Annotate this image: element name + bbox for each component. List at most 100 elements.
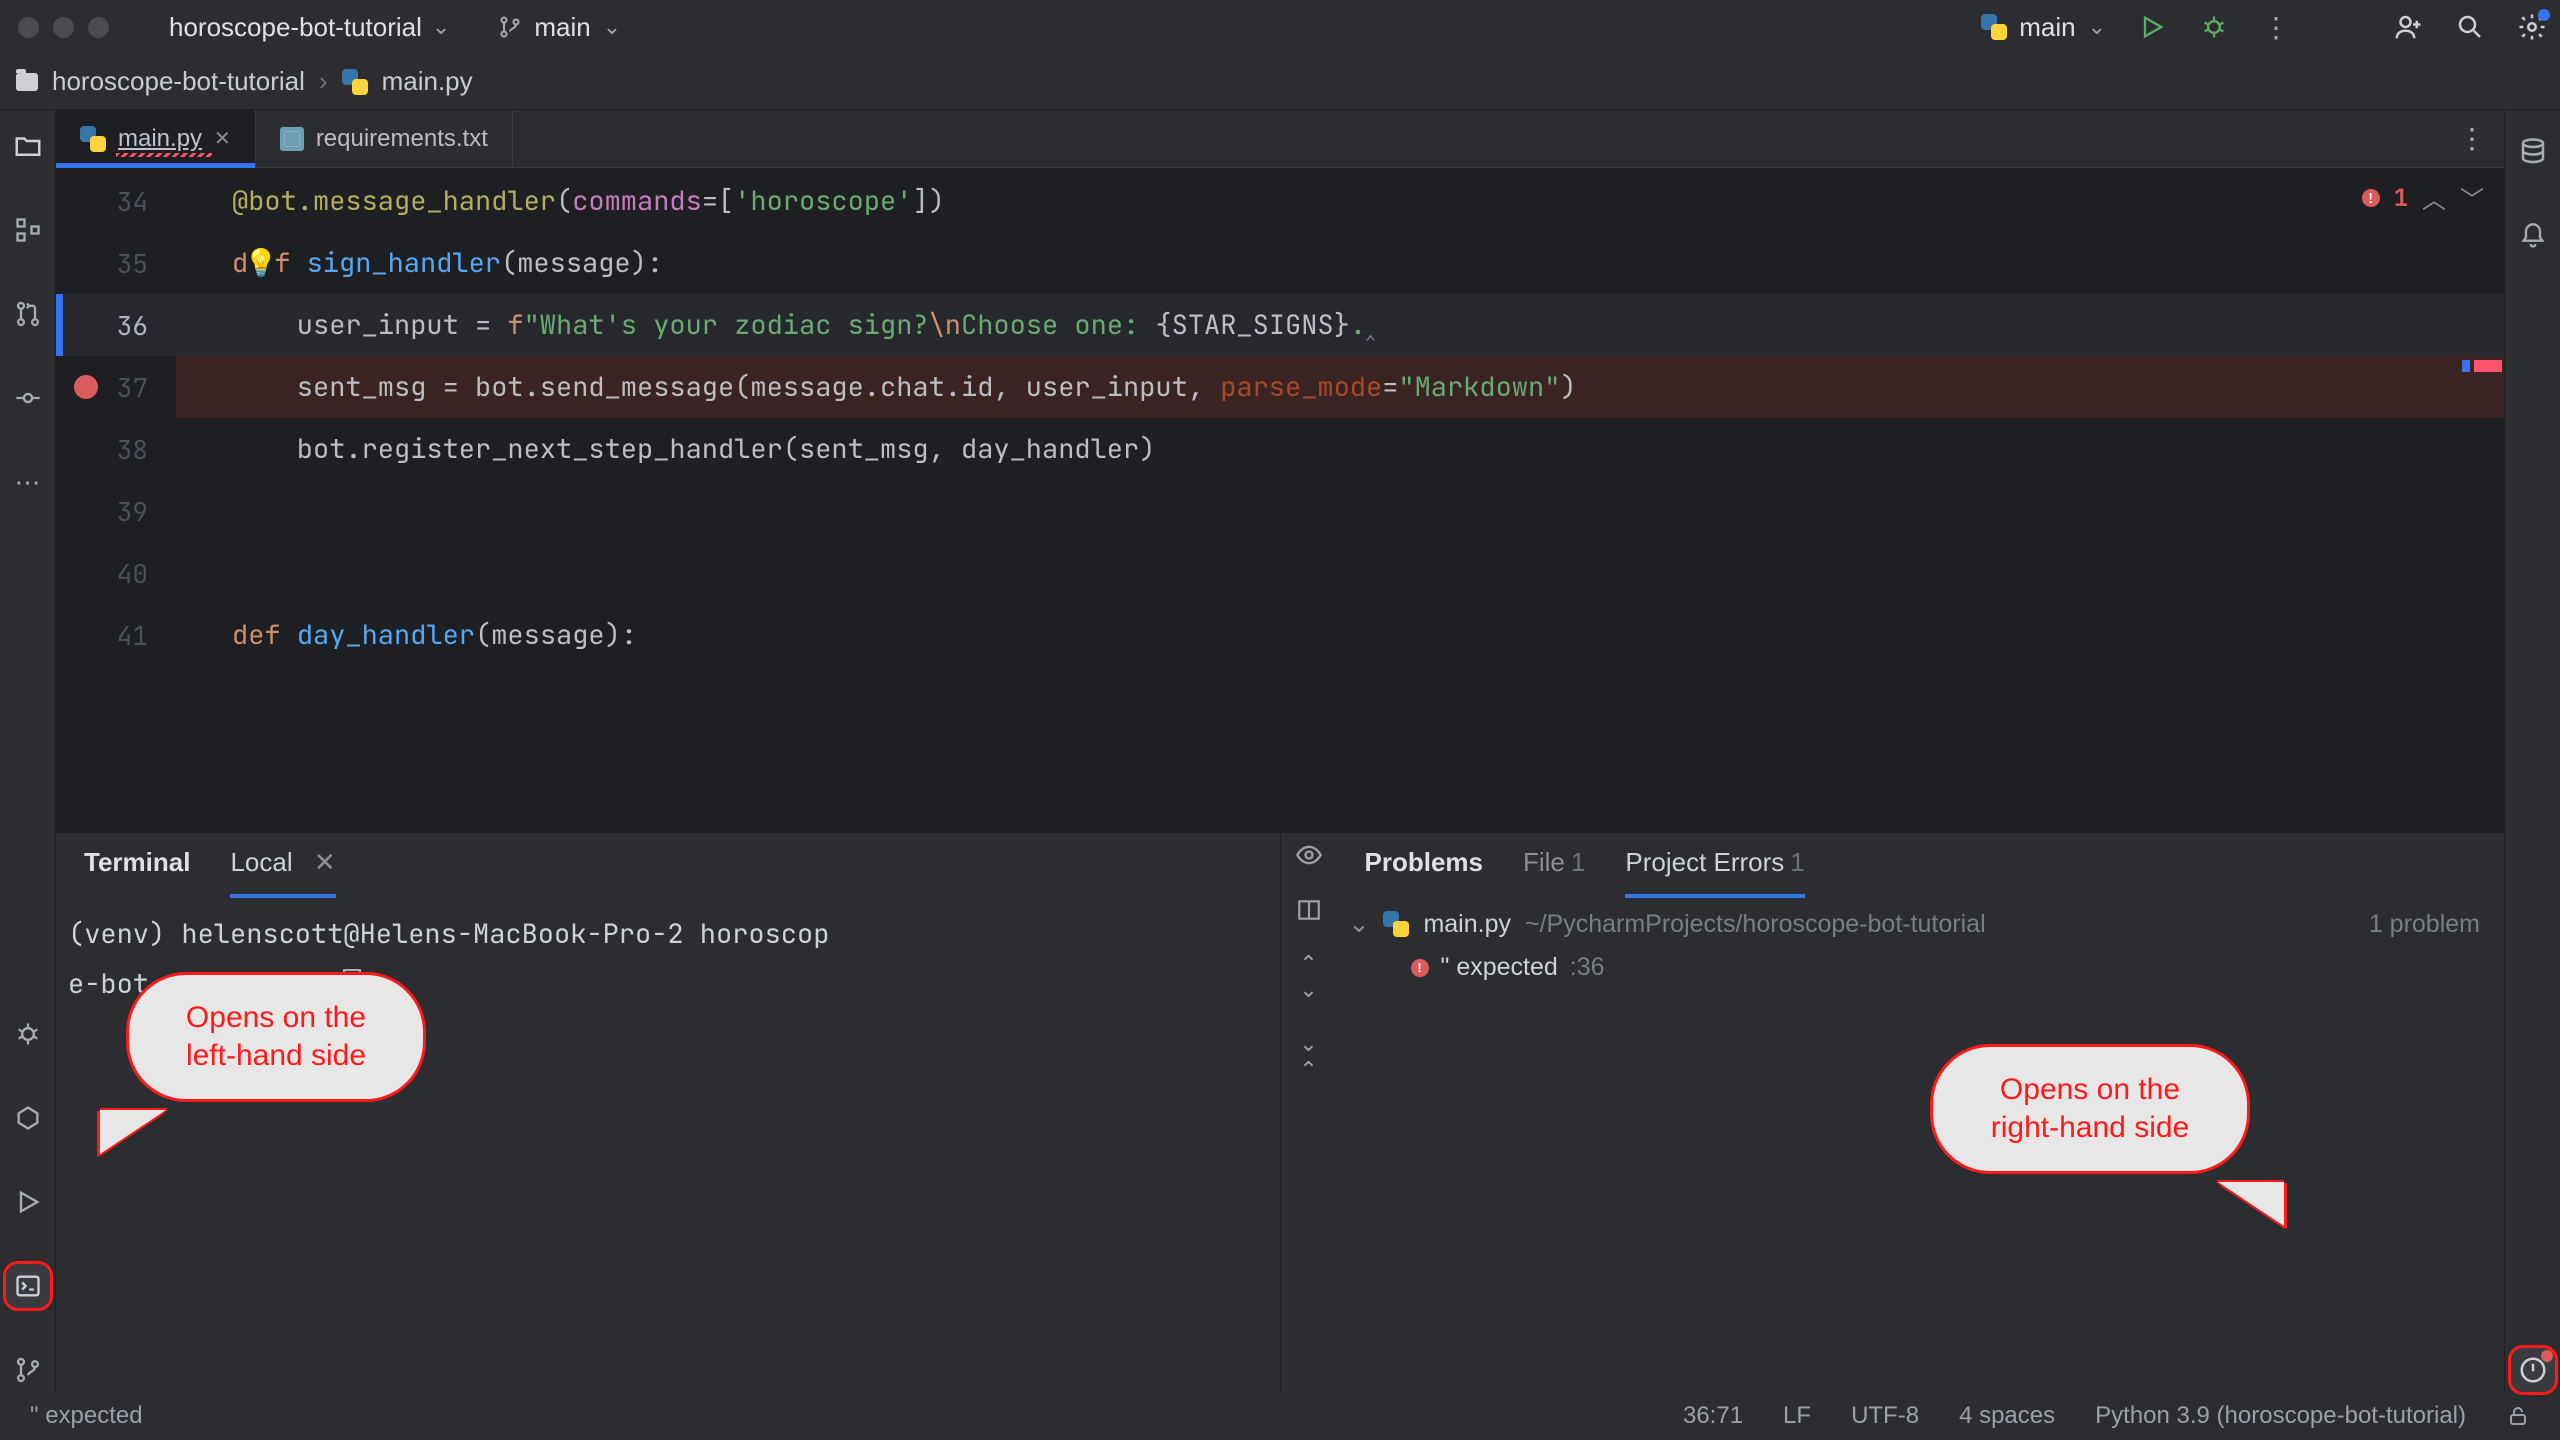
problems-tab-project-errors[interactable]: Project Errors1: [1625, 847, 1804, 884]
side-by-side-icon[interactable]: [1296, 897, 1322, 923]
prev-highlight-icon[interactable]: ︿: [2422, 180, 2446, 216]
breakpoint-icon[interactable]: [74, 375, 98, 399]
terminal-title[interactable]: Terminal: [84, 847, 190, 884]
code-line[interactable]: sent_msg = bot.send_message(message.chat…: [176, 356, 2504, 418]
annotation-callout-left: Opens on the left-hand side: [126, 972, 426, 1102]
breadcrumb: horoscope-bot-tutorial › main.py: [0, 54, 2560, 110]
chevron-down-icon: ⌄: [603, 14, 621, 40]
code-line[interactable]: d💡f sign_handler(message):: [176, 232, 2504, 294]
next-highlight-icon[interactable]: ﹀: [2460, 180, 2484, 216]
view-options-icon[interactable]: [1295, 841, 1323, 869]
code-line[interactable]: bot.register_next_step_handler(sent_msg,…: [176, 418, 2504, 480]
indent-settings[interactable]: 4 spaces: [1959, 1402, 2055, 1430]
branch-icon: [498, 15, 522, 39]
search-icon[interactable]: [2454, 11, 2486, 43]
settings-icon[interactable]: [2516, 11, 2548, 43]
file-encoding[interactable]: UTF-8: [1851, 1402, 1919, 1430]
editor-tabs: main.py ✕ requirements.txt ⋮: [56, 110, 2504, 168]
python-icon: [1981, 14, 2007, 40]
code-line[interactable]: [176, 542, 2504, 604]
error-badge-icon: [2541, 1350, 2553, 1362]
code-line[interactable]: def day_handler(message):: [176, 604, 2504, 666]
run-config-name: main: [2019, 12, 2075, 43]
inspection-widget[interactable]: ! 1 ︿ ﹀: [2362, 180, 2484, 216]
editor-tab-requirements[interactable]: requirements.txt: [256, 110, 513, 167]
editor-tab-main[interactable]: main.py ✕: [56, 110, 256, 167]
interpreter[interactable]: Python 3.9 (horoscope-bot-tutorial): [2095, 1402, 2466, 1430]
change-marker-icon: [56, 294, 63, 356]
more-tools-icon[interactable]: ⋯: [6, 460, 50, 504]
error-icon: !: [2362, 189, 2380, 207]
line-number: 39: [56, 480, 176, 542]
close-icon[interactable]: ✕: [314, 847, 336, 877]
breadcrumb-project[interactable]: horoscope-bot-tutorial: [52, 66, 305, 97]
problems-title[interactable]: Problems: [1365, 847, 1484, 884]
problems-tab-file[interactable]: File1: [1523, 847, 1585, 884]
error-icon: !: [1411, 959, 1429, 977]
problems-item[interactable]: ! " expected :36: [1349, 953, 2497, 982]
problems-list[interactable]: ⌄ main.py ~/PycharmProjects/horoscope-bo…: [1337, 897, 2505, 1392]
terminal-line: (venv) helenscott@Helens-MacBook-Pro-2 h…: [68, 909, 1272, 959]
code-line[interactable]: [176, 480, 2504, 542]
database-tool-icon[interactable]: [2511, 130, 2555, 174]
notifications-tool-icon[interactable]: [2511, 214, 2555, 258]
code-line[interactable]: user_input = f"What's your zodiac sign?\…: [176, 294, 2504, 356]
chevron-down-icon: ⌄: [432, 14, 450, 40]
project-dropdown[interactable]: horoscope-bot-tutorial ⌄: [169, 12, 450, 43]
error-count: 1: [2394, 183, 2408, 214]
minimize-window-icon[interactable]: [53, 17, 74, 38]
tab-more-icon[interactable]: ⋮: [2440, 110, 2504, 167]
code-editor[interactable]: 3435363738394041 @bot.message_handler(co…: [56, 168, 2504, 832]
structure-tool-icon[interactable]: [6, 208, 50, 252]
run-tool-icon[interactable]: [6, 1180, 50, 1224]
line-separator[interactable]: LF: [1783, 1402, 1811, 1430]
chevron-right-icon: ›: [319, 66, 328, 97]
gutter: 3435363738394041: [56, 168, 176, 832]
breadcrumb-file[interactable]: main.py: [382, 66, 473, 97]
project-tool-icon[interactable]: [6, 124, 50, 168]
vcs-branch-dropdown[interactable]: main ⌄: [498, 12, 621, 43]
problems-tool-icon[interactable]: [2511, 1348, 2555, 1392]
collapse-all-icon[interactable]: ⌄⌃: [1299, 1031, 1317, 1083]
caret-position[interactable]: 36:71: [1683, 1402, 1743, 1430]
more-icon[interactable]: ⋮: [2260, 11, 2292, 43]
code-with-me-icon[interactable]: [2392, 11, 2424, 43]
vcs-tool-icon[interactable]: [6, 1348, 50, 1392]
expand-all-icon[interactable]: ⌃⌄: [1299, 951, 1317, 1003]
python-icon: [342, 69, 368, 95]
services-tool-icon[interactable]: [6, 1096, 50, 1140]
lock-icon[interactable]: [2506, 1404, 2530, 1428]
debug-button[interactable]: [2198, 11, 2230, 43]
line-number: 41: [56, 604, 176, 666]
code-area[interactable]: @bot.message_handler(commands=['horoscop…: [176, 168, 2504, 832]
line-number: 40: [56, 542, 176, 604]
problems-toolbar: ⌃⌄ ⌄⌃: [1281, 833, 1337, 1392]
run-button[interactable]: [2136, 11, 2168, 43]
left-tool-rail: ⋯: [0, 110, 56, 1392]
problems-item-location: :36: [1570, 953, 1605, 982]
close-icon[interactable]: ✕: [214, 126, 231, 151]
tab-filename: requirements.txt: [316, 125, 488, 153]
zoom-window-icon[interactable]: [88, 17, 109, 38]
caret-stripe-icon: [2462, 360, 2470, 372]
terminal-session-tab[interactable]: Local ✕: [230, 847, 335, 884]
tab-filename: main.py: [118, 125, 202, 153]
right-tool-rail: [2504, 110, 2560, 1392]
run-config-dropdown[interactable]: main ⌄: [1981, 12, 2106, 43]
pull-requests-tool-icon[interactable]: [6, 292, 50, 336]
debug-tool-icon[interactable]: [6, 1012, 50, 1056]
error-stripe-icon[interactable]: [2474, 360, 2502, 372]
commit-tool-icon[interactable]: [6, 376, 50, 420]
problems-file-row[interactable]: ⌄ main.py ~/PycharmProjects/horoscope-bo…: [1349, 909, 2497, 939]
problems-file-name: main.py: [1423, 910, 1511, 939]
close-window-icon[interactable]: [18, 17, 39, 38]
code-line[interactable]: @bot.message_handler(commands=['horoscop…: [176, 170, 2504, 232]
line-number: 38: [56, 418, 176, 480]
python-icon: [80, 126, 106, 152]
chevron-down-icon[interactable]: ⌄: [1349, 909, 1370, 939]
terminal-tool-icon[interactable]: [6, 1264, 50, 1308]
intention-bulb-icon[interactable]: 💡: [248, 250, 274, 276]
window-controls: [12, 17, 109, 38]
problems-item-text: " expected: [1441, 953, 1558, 982]
line-number: 34: [56, 170, 176, 232]
